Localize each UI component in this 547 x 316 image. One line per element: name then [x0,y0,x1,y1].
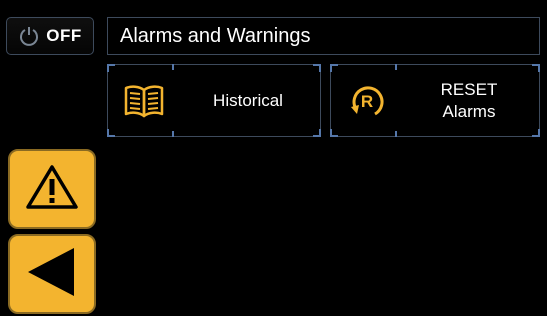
warnings-button[interactable] [8,149,96,229]
warning-icon [25,163,79,216]
book-icon [112,82,176,120]
back-button[interactable] [8,234,96,314]
page-title: Alarms and Warnings [120,24,311,47]
reset-r-icon: R [335,81,399,121]
reset-label-line1: RESET [440,79,498,99]
reset-label-line2: Alarms [442,101,496,121]
power-icon [18,25,40,47]
header-bar: Alarms and Warnings [107,17,540,55]
back-arrow-icon [24,244,80,305]
reset-alarms-button[interactable]: R RESET Alarms [330,64,540,137]
historical-button[interactable]: Historical [107,64,321,137]
svg-text:R: R [361,92,373,111]
reset-alarms-label: RESET Alarms [399,79,539,123]
historical-label: Historical [213,90,283,110]
power-off-button[interactable]: OFF [6,17,94,55]
power-off-label: OFF [46,26,82,45]
